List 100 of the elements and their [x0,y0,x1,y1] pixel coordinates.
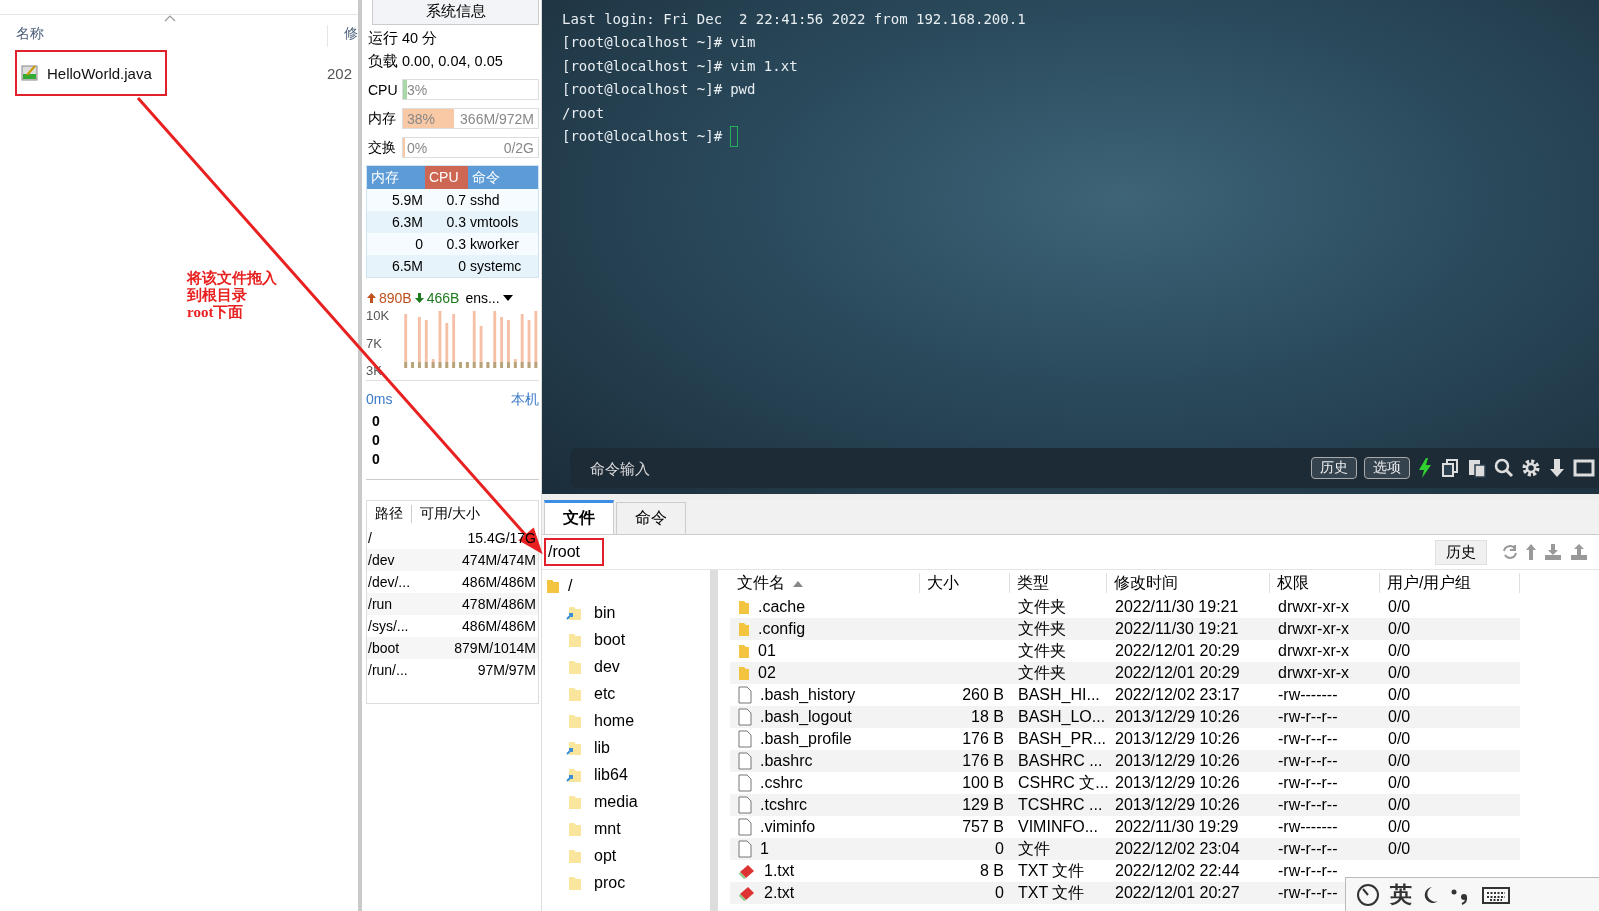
file-row[interactable]: .bashrc 176 B BASHRC ... 2013/12/29 10:26 -rw-r--r-- 0/0 [730,750,1520,772]
column-header[interactable]: 类型 [1010,573,1107,593]
file-row-name[interactable]: .cache [730,596,920,618]
download-tray-icon[interactable] [1543,543,1563,561]
lightning-icon[interactable] [1417,457,1433,479]
upload-tray-icon[interactable] [1569,543,1589,561]
file-row-name[interactable]: 1 [730,838,920,860]
file-date: 202 [327,64,353,82]
file-row-name[interactable]: .bash_profile [730,728,920,750]
download-icon[interactable] [1548,458,1566,478]
file-row-name[interactable]: 2.txt [730,882,920,904]
tree-item[interactable]: media [542,788,710,815]
terminal-button[interactable]: 选项 [1364,457,1410,479]
process-row[interactable]: 5.9M 0.7 sshd [367,189,538,211]
file-row[interactable]: .config 文件夹 2022/11/30 19:21 drwxr-xr-x 0/0 [730,618,1520,640]
process-row[interactable]: 6.5M 0 systemc [367,255,538,277]
tree-item[interactable]: bin [542,599,710,626]
window-icon[interactable] [1573,459,1595,477]
file-row-name[interactable]: .bash_logout [730,706,920,728]
file-row-name[interactable]: .bash_history [730,684,920,706]
interface-dropdown[interactable]: ens... [465,290,500,306]
file-item[interactable]: HelloWorld.java [15,50,167,96]
tree-item[interactable]: lib64 [542,761,710,788]
process-row[interactable]: 0 0.3 kworker [367,233,538,255]
tree-item[interactable]: opt [542,842,710,869]
file-row[interactable]: .cache 文件夹 2022/11/30 19:21 drwxr-xr-x 0/0 [730,596,1520,618]
tree-item[interactable]: proc [542,869,710,896]
disk-path: /run/... [368,661,408,680]
disk-row[interactable]: /sys/... 486M/486M [367,615,538,637]
terminal-prompt: [root@localhost ~]# [562,126,723,146]
command-input-field[interactable]: 命令输入 历史 选项 [570,448,1599,488]
settings-icon[interactable] [1521,458,1541,478]
file-row-name[interactable]: .cshrc [730,772,920,794]
disk-row[interactable]: /boot 879M/1014M [367,637,538,659]
file-row[interactable]: .tcshrc 129 B TCSHRC ... 2013/12/29 10:26 -rw-r--r-- 0/0 [730,794,1520,816]
file-row-name[interactable]: .bashrc [730,750,920,772]
column-header[interactable]: 文件名 [730,573,920,593]
dropdown-caret-icon[interactable] [501,294,514,302]
path-field[interactable]: /root [544,538,604,566]
column-header[interactable]: 修 [328,25,358,47]
file-row[interactable]: 01 文件夹 2022/12/01 20:29 drwxr-xr-x 0/0 [730,640,1520,662]
gauge-icon[interactable] [1356,882,1380,907]
disk-column-header[interactable]: 路径 [367,505,411,523]
process-column-header[interactable]: CPU [425,166,468,189]
history-button[interactable]: 历史 [1435,539,1487,565]
refresh-icon[interactable] [1501,543,1519,561]
axis-tick-label: 10K [366,308,391,323]
file-permissions: drwxr-xr-x [1278,663,1350,683]
panel-tab[interactable]: 文件 [544,500,614,534]
disk-row[interactable]: /dev 474M/474M [367,549,538,571]
file-row[interactable]: 1.txt 8 B TXT 文件 2022/12/02 22:44 -rw-r--r-- [730,860,1520,882]
disk-row[interactable]: /run/... 97M/97M [367,659,538,681]
file-row-name[interactable]: 01 [730,640,920,662]
tree-item[interactable]: boot [542,626,710,653]
tree-item[interactable]: / [542,572,710,599]
disk-row[interactable]: /dev/... 486M/486M [367,571,538,593]
process-row[interactable]: 6.3M 0.3 vmtools [367,211,538,233]
column-header[interactable]: 修改时间 [1107,573,1270,593]
file-row-name[interactable]: .tcshrc [730,794,920,816]
file-row[interactable]: .viminfo 757 B VIMINFO... 2022/11/30 19:29 -rw------- 0/0 [730,816,1520,838]
panel-tab[interactable]: 命令 [616,502,686,534]
file-row[interactable]: .bash_history 260 B BASH_HI... 2022/12/02 23:17 -rw------- 0/0 [730,684,1520,706]
tree-item[interactable]: etc [542,680,710,707]
tree-item[interactable]: home [542,707,710,734]
file-row[interactable]: .bash_profile 176 B BASH_PR... 2013/12/29 10:26 -rw-r--r-- 0/0 [730,728,1520,750]
document-icon [738,796,752,814]
file-row-name[interactable]: .config [730,618,920,640]
terminal-button[interactable]: 历史 [1311,457,1357,479]
file-row[interactable]: 02 文件夹 2022/12/01 20:29 drwxr-xr-x 0/0 [730,662,1520,684]
usage-meter: 3% [402,79,539,100]
file-modified: 2022/11/30 19:29 [1115,817,1239,837]
tree-item[interactable]: dev [542,653,710,680]
file-row-name[interactable]: 02 [730,662,920,684]
sysinfo-button[interactable]: 系统信息 [372,0,539,25]
keyboard-icon[interactable] [1482,884,1510,905]
moon-icon[interactable] [1422,884,1440,905]
column-header[interactable]: 用户/用户组 [1380,573,1520,593]
file-row-name[interactable]: 1.txt [730,860,920,882]
disk-column-header[interactable]: 可用/大小 [411,505,488,523]
disk-row[interactable]: /run 478M/486M [367,593,538,615]
column-header[interactable]: 权限 [1270,573,1380,593]
terminal-text: Last login: Fri Dec 2 22:41:56 2022 from 192.168.200.1 [562,10,1026,29]
file-type: 文件夹 [1018,663,1066,683]
tree-item[interactable]: lib [542,734,710,761]
paste-icon[interactable] [1467,458,1487,478]
column-header[interactable]: 大小 [920,573,1010,593]
disk-path: / [368,529,372,548]
up-arrow-icon[interactable] [1525,543,1537,561]
copy-icon[interactable] [1440,458,1460,478]
file-row-name[interactable]: .viminfo [730,816,920,838]
terminal-panel[interactable]: Last login: Fri Dec 2 22:41:56 2022 from 192.168.200.1 [root@localhost ~]# vim [root@localhost ~]# vim 1.xt [root@localhost ~]# pwd /root [root@localhost ~]# 命令输入 历史 选项 [542,0,1599,494]
search-icon[interactable] [1494,458,1514,478]
file-owner: 0/0 [1388,597,1411,617]
file-size: 0 [995,839,1004,859]
column-header[interactable]: 名称 [0,25,328,47]
folder-icon [738,621,750,637]
file-row[interactable]: 1 0 文件 2022/12/02 23:04 -rw-r--r-- 0/0 [730,838,1520,860]
tree-item[interactable]: mnt [542,815,710,842]
file-row[interactable]: .bash_logout 18 B BASH_LO... 2013/12/29 10:26 -rw-r--r-- 0/0 [730,706,1520,728]
file-row[interactable]: .cshrc 100 B CSHRC 文... 2013/12/29 10:26 -rw-r--r-- 0/0 [730,772,1520,794]
